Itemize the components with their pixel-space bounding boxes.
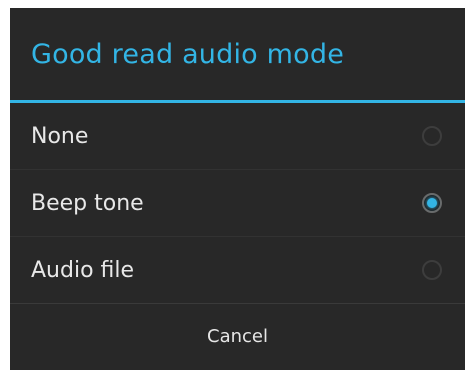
audio-mode-dialog: Good read audio mode None Beep tone Audi…: [10, 8, 465, 370]
option-label: Audio file: [31, 257, 135, 283]
option-label: Beep tone: [31, 190, 144, 216]
cancel-button[interactable]: Cancel: [10, 304, 465, 368]
radio-button-icon[interactable]: [422, 126, 442, 146]
dialog-footer: Cancel: [10, 304, 465, 368]
option-audio-file[interactable]: Audio file: [10, 237, 465, 304]
option-none[interactable]: None: [10, 103, 465, 170]
option-beep-tone[interactable]: Beep tone: [10, 170, 465, 237]
radio-button-icon[interactable]: [422, 260, 442, 280]
options-list: None Beep tone Audio file: [10, 103, 465, 304]
option-label: None: [31, 123, 89, 149]
dialog-title: Good read audio mode: [31, 38, 345, 70]
radio-button-icon[interactable]: [422, 193, 442, 213]
dialog-header: Good read audio mode: [10, 8, 465, 100]
